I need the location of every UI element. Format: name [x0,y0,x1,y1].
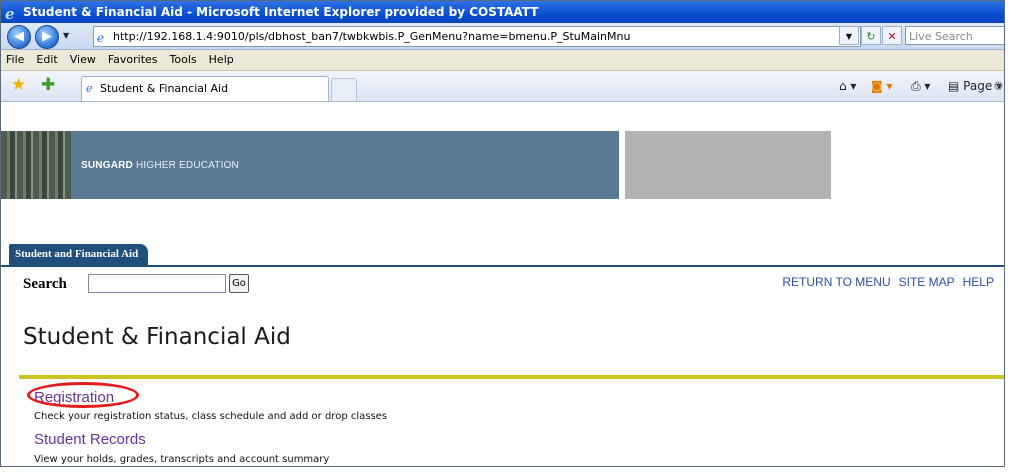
address-dropdown-button[interactable]: ▼ [839,26,859,45]
tab-student-and-financial-aid[interactable]: Student and Financial Aid [9,244,149,266]
search-input[interactable] [88,274,226,293]
address-input[interactable]: e http://192.168.1.4:9010/pls/dbhost_ban7… [93,26,861,47]
page-menu-icon: ▤ [948,79,960,93]
history-dropdown-icon[interactable]: ▼ [63,31,69,40]
site-map-link[interactable]: SITE MAP [899,275,955,289]
refresh-icon[interactable]: ↻ [861,26,881,45]
return-to-menu-link[interactable]: RETURN TO MENU [782,275,890,289]
help-link[interactable]: HELP [963,275,994,289]
tab-bar: ★ ✚ e Student & Financial Aid ⌂ ▾ ◙ ▾ ⎙ ▾… [1,71,1004,102]
tools-gear-icon[interactable]: ⚙ [993,78,1004,94]
banner-grey-panel [625,131,831,199]
page-title: Student & Financial Aid [23,324,291,350]
brand-rest: HIGHER EDUCATION [135,160,239,171]
tab-underline [1,265,1004,267]
ie-logo-icon: e [5,5,15,23]
favorites-star-icon[interactable]: ★ [11,76,26,94]
title-divider [19,375,1004,379]
live-search-input[interactable]: Live Search [905,26,1004,45]
search-label: Search [23,276,67,292]
banner-photo [1,131,71,199]
window-title: Student & Financial Aid - Microsoft Inte… [23,5,539,19]
menu-file[interactable]: File [6,53,24,66]
banner-brand: SUNGARD HIGHER EDUCATION [81,160,239,171]
menu-tools[interactable]: Tools [170,53,197,66]
address-toolbar: ◀ ▶ ▼ e http://192.168.1.4:9010/pls/dbhos… [1,23,1004,50]
new-tab-button[interactable] [331,78,357,101]
back-arrow-icon[interactable]: ◀ [7,25,31,49]
forward-arrow-icon[interactable]: ▶ [35,25,59,49]
tab-student-financial-aid[interactable]: e Student & Financial Aid [81,76,329,101]
registration-description: Check your registration status, class sc… [34,411,388,422]
title-bar: e Student & Financial Aid - Microsoft Int… [1,1,1004,23]
page-icon: e [86,82,93,95]
student-records-link[interactable]: Student Records [34,431,146,448]
menu-edit[interactable]: Edit [36,53,57,66]
home-icon[interactable]: ⌂ ▾ [839,78,856,94]
go-button[interactable]: Go [229,274,249,293]
menu-favorites[interactable]: Favorites [108,53,158,66]
brand-bold: SUNGARD [81,160,133,171]
top-links: RETURN TO MENU SITE MAP HELP [774,275,994,289]
page-menu-label: Page [963,79,993,93]
menu-view[interactable]: View [70,53,96,66]
red-highlight-circle [27,382,139,408]
student-records-description: View your holds, grades, transcripts and… [34,454,330,465]
menu-bar: File Edit View Favorites Tools Help [1,50,1004,71]
menu-help[interactable]: Help [209,53,234,66]
tab-label: Student & Financial Aid [100,82,229,95]
add-favorites-icon[interactable]: ✚ [41,76,55,94]
print-icon[interactable]: ⎙ ▾ [911,78,930,94]
feeds-icon[interactable]: ◙ ▾ [871,78,892,94]
address-url: http://192.168.1.4:9010/pls/dbhost_ban7/… [113,30,631,43]
sungard-banner: SUNGARD HIGHER EDUCATION [1,131,619,199]
browser-window: e Student & Financial Aid - Microsoft Int… [0,0,1005,467]
stop-icon[interactable]: ✕ [882,26,902,45]
page-icon: e [97,31,105,45]
